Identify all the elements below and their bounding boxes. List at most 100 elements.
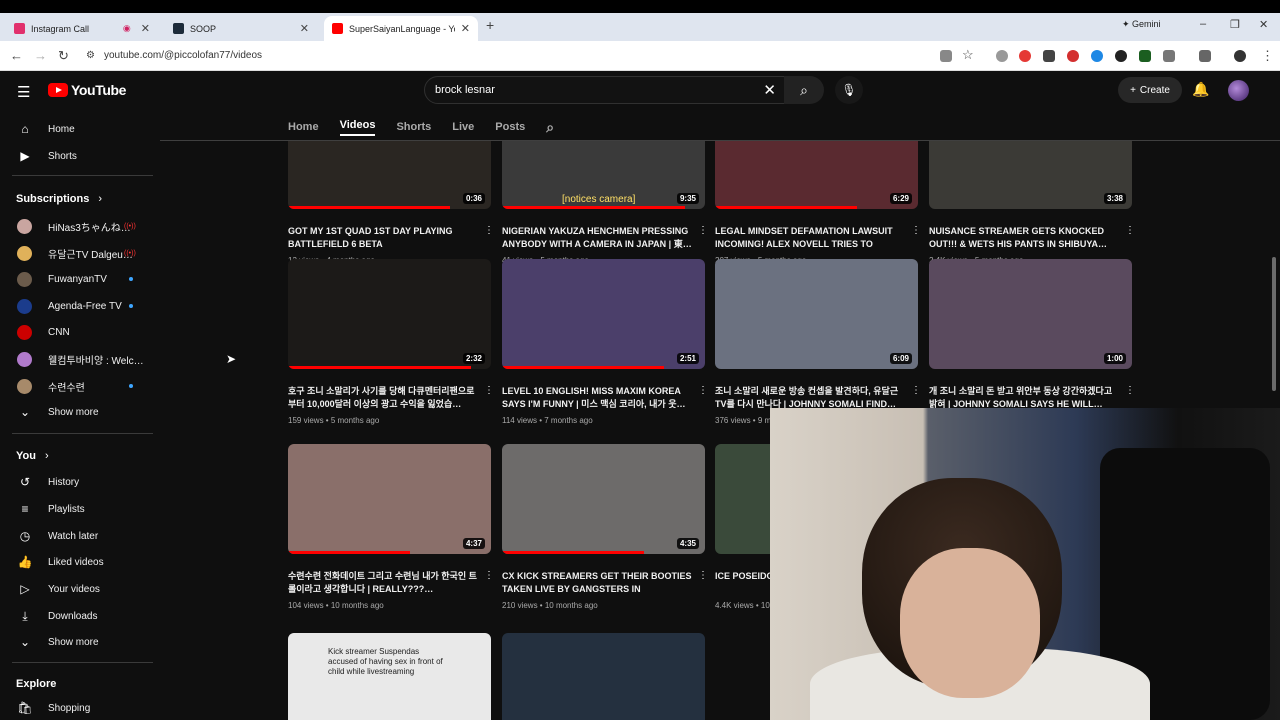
- video-thumbnail[interactable]: 6:29: [715, 141, 918, 209]
- video-menu-icon[interactable]: ⋮: [911, 225, 921, 236]
- watch-progress-bar: [288, 366, 471, 369]
- search-input[interactable]: brock lesnar: [435, 84, 495, 96]
- search-box[interactable]: brock lesnar ✕: [424, 76, 785, 104]
- extensions-puzzle-icon[interactable]: [1163, 50, 1175, 62]
- url-field[interactable]: youtube.com/@piccolofan77/videos: [104, 50, 262, 61]
- video-duration: 6:09: [889, 353, 912, 364]
- bookmark-star-icon[interactable]: ☆: [962, 47, 974, 63]
- youtube-logo[interactable]: YouTube: [48, 82, 126, 98]
- video-menu-icon[interactable]: ⋮: [1125, 225, 1135, 236]
- video-menu-icon[interactable]: ⋮: [698, 570, 708, 581]
- tab-search-icon[interactable]: [1199, 50, 1211, 62]
- video-thumbnail[interactable]: 6:09: [715, 259, 918, 369]
- extension-icon[interactable]: [1091, 50, 1103, 62]
- new-tab-button[interactable]: +: [486, 17, 494, 33]
- gemini-button[interactable]: ✦ Gemini: [1122, 19, 1161, 30]
- minimize-icon[interactable]: –: [1200, 18, 1206, 30]
- back-icon[interactable]: ←: [10, 48, 23, 63]
- browser-tabbar: Instagram Call ◉ ✕ SOOP ✕ SuperSaiyanLan…: [0, 13, 1280, 41]
- recording-icon: ◉: [122, 23, 131, 33]
- adblock-icon[interactable]: [1019, 50, 1031, 62]
- close-icon[interactable]: ✕: [141, 22, 150, 35]
- restore-icon[interactable]: ❐: [1230, 18, 1240, 31]
- microphone-icon: 🎙: [841, 83, 857, 97]
- extension-icon[interactable]: [1115, 50, 1127, 62]
- site-info-icon[interactable]: ⚙: [86, 50, 95, 61]
- voice-search-button[interactable]: 🎙: [835, 76, 863, 104]
- video-menu-icon[interactable]: ⋮: [484, 225, 494, 236]
- webcam-overlay: [770, 408, 1280, 720]
- tab-title: Instagram Call: [31, 23, 90, 34]
- tab-youtube[interactable]: SuperSaiyanLanguage - YouTu… ✕: [324, 16, 478, 41]
- video-duration: 0:36: [462, 193, 485, 204]
- clear-search-icon[interactable]: ✕: [763, 81, 776, 99]
- top-strip: [0, 0, 1280, 13]
- watch-progress-bar: [288, 206, 451, 209]
- video-duration: 9:35: [676, 193, 699, 204]
- window-close-icon[interactable]: ✕: [1259, 18, 1268, 31]
- tab-posts[interactable]: Posts: [495, 121, 525, 133]
- video-thumbnail[interactable]: 4:37: [288, 444, 491, 554]
- menu-kebab-icon[interactable]: ⋮: [1261, 48, 1274, 64]
- kick-extension-icon[interactable]: [1139, 50, 1151, 62]
- video-menu-icon[interactable]: ⋮: [698, 225, 708, 236]
- create-button[interactable]: + Create: [1118, 77, 1182, 103]
- video-thumbnail[interactable]: 4:35: [502, 444, 705, 554]
- tab-shorts[interactable]: Shorts: [396, 121, 431, 133]
- watch-progress-bar: [502, 551, 645, 554]
- video-menu-icon[interactable]: ⋮: [1125, 385, 1135, 396]
- video-menu-icon[interactable]: ⋮: [698, 385, 708, 396]
- video-menu-icon[interactable]: ⋮: [911, 385, 921, 396]
- soop-icon: [173, 23, 184, 34]
- video-menu-icon[interactable]: ⋮: [484, 570, 494, 581]
- tab-title: SOOP: [190, 23, 217, 34]
- extension-icon[interactable]: [1067, 50, 1079, 62]
- forward-icon[interactable]: →: [34, 48, 47, 63]
- watch-progress-bar: [288, 551, 410, 554]
- close-icon[interactable]: ✕: [461, 22, 470, 35]
- home-icon: ⌂: [21, 122, 29, 136]
- extension-icon[interactable]: [996, 50, 1008, 62]
- install-icon[interactable]: [940, 50, 952, 62]
- video-thumbnail[interactable]: 0:36: [288, 141, 491, 209]
- tab-live[interactable]: Live: [452, 121, 474, 133]
- scrollbar-thumb[interactable]: [1272, 257, 1276, 391]
- address-bar: ← → ↻ ⚙ youtube.com/@piccolofan77/videos…: [0, 41, 1280, 71]
- video-thumbnail[interactable]: 2:32: [288, 259, 491, 369]
- video-title[interactable]: 수련수련 전화데이트 그리고 수련님 내가 한국인 트롤이라고 생각합니다 | …: [288, 570, 478, 596]
- thumbnail-caption: Kick streamer Suspendas accused of havin…: [328, 647, 443, 676]
- video-thumbnail[interactable]: [notices camera] 9:35: [502, 141, 705, 209]
- video-thumbnail[interactable]: Kick streamer Suspendas accused of havin…: [288, 633, 491, 720]
- account-avatar[interactable]: [1228, 80, 1249, 101]
- video-menu-icon[interactable]: ⋮: [484, 385, 494, 396]
- hamburger-menu-icon[interactable]: ☰: [17, 83, 30, 101]
- youtube-play-icon: [48, 83, 68, 97]
- search-button[interactable]: ⌕: [784, 76, 824, 104]
- close-icon[interactable]: ✕: [300, 22, 309, 35]
- video-thumbnail[interactable]: [502, 633, 705, 720]
- logo-text: YouTube: [71, 82, 127, 98]
- tab-home[interactable]: Home: [288, 121, 319, 133]
- video-title[interactable]: CX KICK STREAMERS GET THEIR BOOTIES TAKE…: [502, 570, 692, 596]
- reload-icon[interactable]: ↻: [58, 48, 69, 64]
- notifications-bell-icon[interactable]: 🔔: [1192, 81, 1209, 98]
- video-title[interactable]: NIGERIAN YAKUZA HENCHMEN PRESSING ANYBOD…: [502, 225, 692, 251]
- video-title[interactable]: NUISANCE STREAMER GETS KNOCKED OUT!!! & …: [929, 225, 1119, 251]
- video-title[interactable]: 호구 조니 소말리가 사기를 당해 다큐멘터리팬으로부터 10,000달러 이상…: [288, 385, 478, 411]
- video-title[interactable]: LEGAL MINDSET DEFAMATION LAWSUIT INCOMIN…: [715, 225, 905, 251]
- channel-search-icon[interactable]: ⌕: [546, 119, 554, 136]
- video-thumbnail[interactable]: 1:00: [929, 259, 1132, 369]
- video-duration: 4:37: [462, 538, 485, 549]
- video-title[interactable]: GOT MY 1ST QUAD 1ST DAY PLAYING BATTLEFI…: [288, 225, 478, 251]
- profile-avatar[interactable]: [1234, 50, 1246, 62]
- video-duration: 2:32: [462, 353, 485, 364]
- tab-instagram[interactable]: Instagram Call ◉ ✕: [6, 16, 158, 41]
- video-thumbnail[interactable]: 3:38: [929, 141, 1132, 209]
- video-title[interactable]: LEVEL 10 ENGLISH! MISS MAXIM KOREA SAYS …: [502, 385, 692, 411]
- watch-progress-bar: [502, 206, 685, 209]
- sidebar-item-home[interactable]: ⌂ Home: [0, 116, 155, 142]
- extension-icon[interactable]: [1043, 50, 1055, 62]
- video-thumbnail[interactable]: 2:51: [502, 259, 705, 369]
- tab-soop[interactable]: SOOP ✕: [165, 16, 317, 41]
- tab-videos[interactable]: Videos: [339, 119, 376, 136]
